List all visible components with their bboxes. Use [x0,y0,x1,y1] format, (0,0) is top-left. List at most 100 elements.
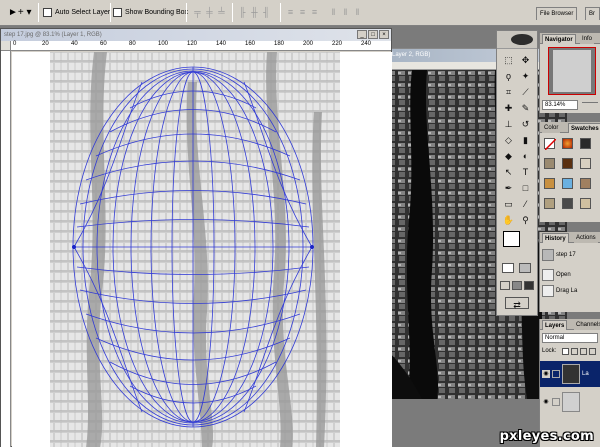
swatch-none[interactable] [544,138,557,151]
brushes-tab[interactable]: Br [585,7,600,20]
photoshop-window: ►+ ▾ Auto Select Layer Show Bounding Box… [0,0,600,447]
ruler-origin[interactable] [1,41,11,51]
lasso-tool-icon[interactable]: ϙ [501,69,516,83]
swatch-dark-brown[interactable] [562,158,573,169]
align-hcenter-icon[interactable]: ╫ [249,5,260,19]
history-item[interactable]: Open [542,268,600,282]
dodge-tool-icon[interactable]: ◐ [518,149,533,163]
swatch-orange[interactable] [562,138,573,149]
tab-actions[interactable]: Actions [574,233,598,243]
checkbox-box[interactable] [43,8,52,17]
healing-brush-icon[interactable]: ✚ [501,101,516,115]
eye-icon[interactable]: ◉ [542,398,550,406]
swatch-wood[interactable] [580,178,591,189]
tab-swatches[interactable]: Swatches [568,123,600,133]
screen-mode-full-icon[interactable] [524,281,534,290]
quick-mask-icon[interactable] [519,263,531,273]
brush-tool-icon[interactable]: ✎ [518,101,533,115]
foreground-color-swatch[interactable] [503,231,520,247]
notes-tool-icon[interactable]: ▭ [501,197,516,211]
window-controls: _ □ × [357,30,389,39]
tab-channels[interactable]: Channels [574,320,600,330]
lock-transparency-icon[interactable] [562,348,569,355]
gradient-tool-icon[interactable]: ▮ [518,133,533,147]
align-bottom-icon[interactable]: ╧ [216,5,227,19]
tool-preset-picker[interactable]: ►+ ▾ [4,4,34,21]
eraser-tool-icon[interactable]: ◇ [501,133,516,147]
clone-stamp-icon[interactable]: ⊥ [501,117,516,131]
align-vcenter-icon[interactable]: ╪ [204,5,215,19]
checkbox-box[interactable] [113,8,122,17]
layer-link-icon[interactable] [552,398,560,406]
eyedropper-tool-icon[interactable]: ⁄ [518,197,533,211]
swatch-brown[interactable] [544,158,555,169]
screen-mode-standard-icon[interactable] [500,281,510,290]
swatch-gold[interactable] [544,178,555,189]
blend-mode-select[interactable]: Normal [542,333,598,343]
zoom-field[interactable]: 83.14% [542,100,578,110]
swatch-gray[interactable] [562,198,573,209]
swatch-khaki[interactable] [544,198,555,209]
distribute-left-icon[interactable]: ‖ [328,5,339,19]
document-window-front[interactable]: step 17.jpg @ 83.1% (Layer 1, RGB) _ □ ×… [0,28,392,447]
vertical-ruler [1,51,11,447]
maximize-icon[interactable]: □ [368,30,378,39]
swatch-tan[interactable] [580,158,591,169]
ruler-mark: 160 [245,41,256,47]
navigator-preview-box[interactable] [548,47,596,95]
distribute-vcenter-icon[interactable]: ≡ [297,5,308,19]
minimize-icon[interactable]: _ [357,30,367,39]
screen-mode-full-menu-icon[interactable] [512,281,522,290]
file-browser-tab[interactable]: File Browser [536,7,578,20]
distribute-right-icon[interactable]: ‖ [352,5,363,19]
move-tool-icon[interactable]: ✥ [518,53,533,67]
zoom-slider[interactable] [582,102,598,106]
distribute-hcenter-icon[interactable]: ‖ [340,5,351,19]
history-item-label: step 17 [556,252,576,258]
crop-tool-icon[interactable]: ⌗ [501,85,516,99]
brush-link-icon[interactable] [552,370,560,378]
marquee-tool-icon[interactable]: ⬚ [501,53,516,67]
align-left-icon[interactable]: ╟ [237,5,248,19]
document-title-bar[interactable]: step 17.jpg @ 83.1% (Layer 1, RGB) _ □ × [1,29,391,41]
distribute-bottom-icon[interactable]: ≡ [309,5,320,19]
history-snapshot[interactable]: step 17 [542,248,600,262]
lock-position-icon[interactable] [580,348,587,355]
layer-row[interactable]: ◉ [540,389,600,415]
shape-tool-icon[interactable]: □ [518,181,533,195]
slice-tool-icon[interactable]: ⟋ [518,85,533,99]
canvas-image [50,52,340,447]
toolbox-header[interactable] [497,31,537,49]
show-bounding-box-checkbox[interactable]: Show Bounding Box [113,7,188,18]
type-tool-icon[interactable]: T [518,165,533,179]
distribute-top-icon[interactable]: ≡ [285,5,296,19]
zoom-tool-icon[interactable]: ⚲ [518,213,533,227]
tab-info[interactable]: Info [580,34,595,44]
tab-history[interactable]: History [542,233,569,243]
lock-all-icon[interactable] [589,348,596,355]
auto-select-checkbox[interactable]: Auto Select Layer [43,7,110,18]
layer-row-active[interactable]: ◉ La [540,361,600,387]
lock-image-icon[interactable] [571,348,578,355]
history-brush-icon[interactable]: ↺ [518,117,533,131]
align-top-icon[interactable]: ╤ [192,5,203,19]
pen-tool-icon[interactable]: ✒ [501,181,516,195]
jump-to-imageready-icon[interactable]: ⇄ [505,297,529,310]
swatch-dark[interactable] [580,138,591,149]
tab-navigator[interactable]: Navigator [542,34,576,44]
hand-tool-icon[interactable]: ✋ [501,213,516,227]
swatch-sand[interactable] [580,198,591,209]
close-icon[interactable]: × [379,30,389,39]
eye-icon[interactable]: ◉ [542,370,550,378]
path-select-icon[interactable]: ↖ [501,165,516,179]
canvas-area[interactable] [12,52,392,447]
tab-layers[interactable]: Layers [542,320,568,330]
history-item[interactable]: Drag La [542,284,600,298]
adobe-feather-icon[interactable] [511,34,533,45]
tab-color[interactable]: Color [542,123,561,133]
standard-mode-icon[interactable] [502,263,514,273]
align-right-icon[interactable]: ╢ [261,5,272,19]
magic-wand-tool-icon[interactable]: ✦ [518,69,533,83]
blur-tool-icon[interactable]: ◆ [501,149,516,163]
swatch-blue[interactable] [562,178,573,189]
